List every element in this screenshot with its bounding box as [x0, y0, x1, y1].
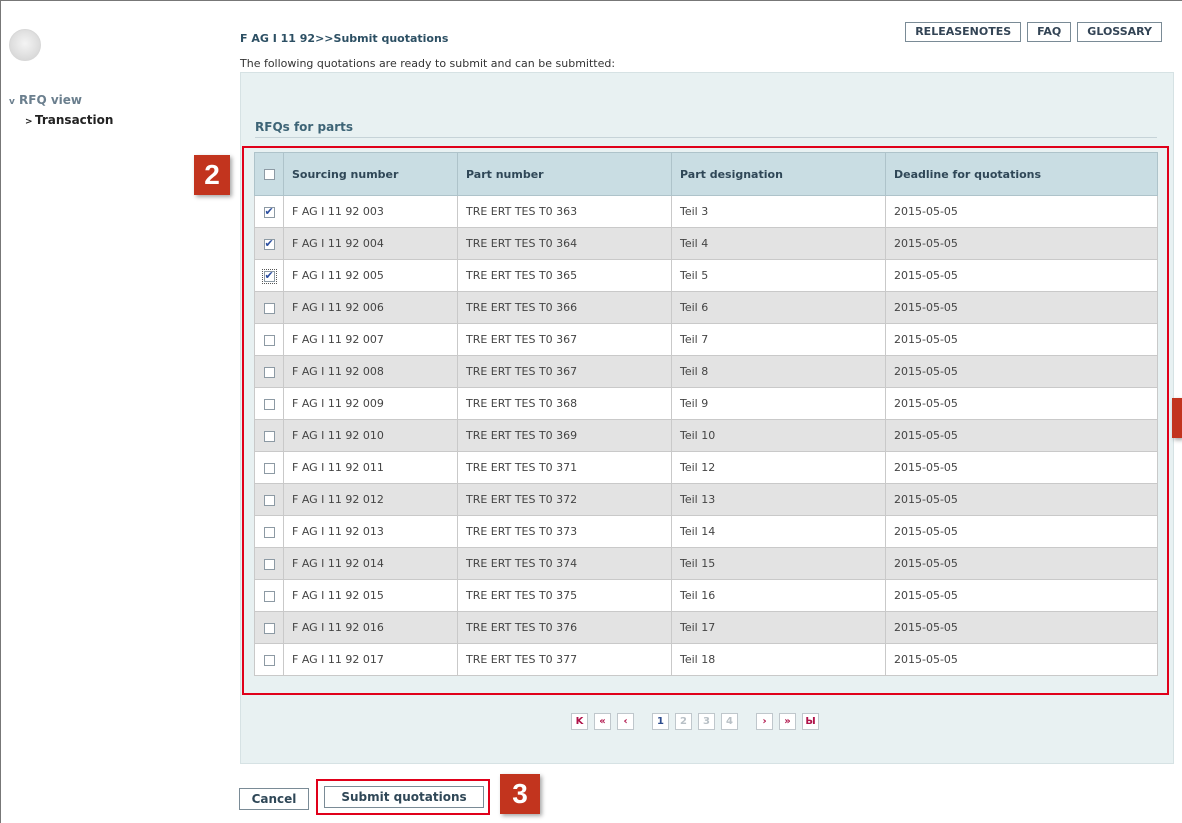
first-page-button[interactable]: K [571, 713, 588, 730]
sidebar-nav: v RFQ view > Transaction [9, 90, 113, 130]
prev-block-button[interactable]: « [594, 713, 611, 730]
top-links: RELEASENOTES FAQ GLOSSARY [905, 22, 1162, 42]
pager-spacer [744, 713, 750, 730]
sidebar-item-label: RFQ view [19, 93, 82, 107]
pager-spacer [640, 713, 646, 730]
cancel-button[interactable]: Cancel [239, 788, 309, 810]
section-divider [255, 137, 1157, 138]
window-left-border [0, 0, 1, 823]
prev-page-button[interactable]: ‹ [617, 713, 634, 730]
faq-button[interactable]: FAQ [1027, 22, 1072, 42]
sidebar-item-label: Transaction [35, 113, 114, 127]
breadcrumb: F AG I 11 92>>Submit quotations [240, 32, 449, 45]
section-title: RFQs for parts [255, 120, 354, 134]
sidebar-item-rfq-view[interactable]: v RFQ view [9, 90, 113, 110]
chevron-down-icon: v [9, 97, 15, 107]
next-block-button[interactable]: » [779, 713, 796, 730]
next-page-button[interactable]: › [756, 713, 773, 730]
page-button-3[interactable]: 3 [698, 713, 715, 730]
step-badge-edge [1172, 398, 1182, 438]
page-intro-text: The following quotations are ready to su… [240, 57, 616, 70]
step-badge-2: 2 [194, 155, 230, 195]
highlight-table-box [242, 146, 1169, 695]
highlight-submit-box [316, 779, 490, 815]
sidebar-item-transaction[interactable]: > Transaction [9, 110, 113, 130]
chevron-right-icon: > [25, 117, 33, 127]
page-button-4[interactable]: 4 [721, 713, 738, 730]
releasenotes-button[interactable]: RELEASENOTES [905, 22, 1022, 42]
step-badge-3: 3 [500, 774, 540, 814]
logo-icon [9, 29, 41, 61]
window-top-border [0, 0, 1182, 1]
pagination: K « ‹ 1 2 3 4 › » Ы [571, 713, 819, 730]
page-button-2[interactable]: 2 [675, 713, 692, 730]
page-button-1[interactable]: 1 [652, 713, 669, 730]
glossary-button[interactable]: GLOSSARY [1077, 22, 1162, 42]
last-page-button[interactable]: Ы [802, 713, 819, 730]
